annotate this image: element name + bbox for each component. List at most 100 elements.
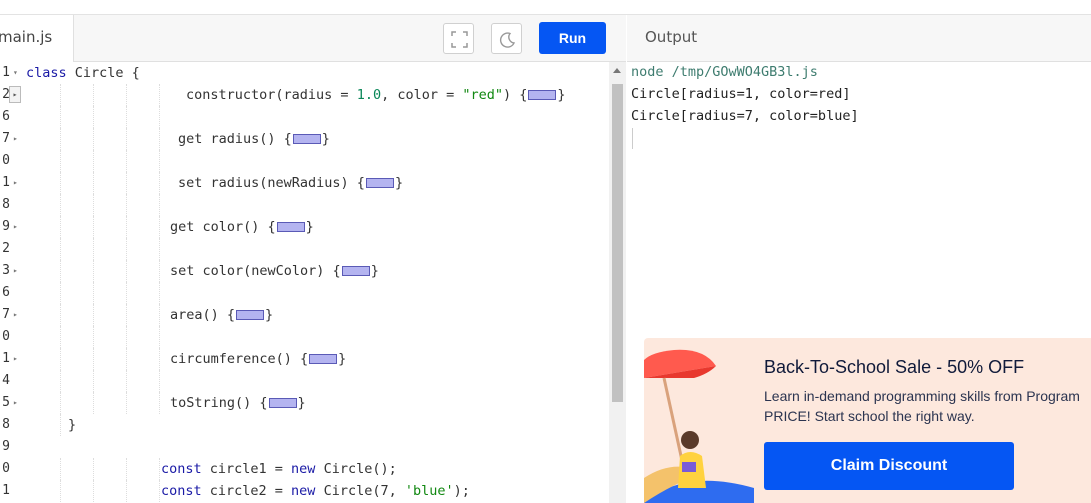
fold-collapsed-icon[interactable]: ▸ [13, 398, 18, 407]
code-text: get color() {} [170, 219, 314, 235]
indent-guide [159, 370, 160, 392]
scroll-thumb[interactable] [612, 84, 623, 402]
console-line: Circle[radius=7, color=blue] [631, 108, 859, 124]
code-token: const [161, 483, 202, 499]
scroll-up-arrow-icon[interactable] [613, 68, 621, 73]
code-line[interactable]: 0 [0, 150, 609, 172]
file-tab-main-js[interactable]: main.js [0, 15, 74, 62]
fold-collapsed-icon[interactable]: ▸ [13, 222, 18, 231]
indent-guide [126, 128, 127, 150]
folded-code-icon[interactable] [341, 266, 370, 276]
indent-guide [60, 392, 61, 414]
code-token: class [26, 65, 67, 81]
indent-guide [60, 458, 61, 480]
run-button-label: Run [558, 30, 587, 46]
indent-guide [93, 326, 94, 348]
indent-guide [126, 370, 127, 392]
code-line[interactable]: 1 ▾ class Circle { [0, 62, 609, 84]
indent-guide [159, 194, 160, 216]
fold-toggle-icon[interactable]: ▸ [9, 86, 21, 103]
indent-guide [126, 172, 127, 194]
code-line[interactable]: 8 [0, 194, 609, 216]
fold-collapsed-icon[interactable]: ▸ [13, 310, 18, 319]
line-number: 3 [2, 263, 10, 278]
theme-toggle-button[interactable] [491, 23, 522, 54]
indent-guide [126, 392, 127, 414]
code-token: circumference() { [170, 351, 309, 367]
code-line[interactable]: 7 ▸ get radius() {} [0, 128, 609, 150]
code-line[interactable]: 1 ▸ set radius(newRadius) {} [0, 172, 609, 194]
code-line[interactable]: 9 [0, 436, 609, 458]
indent-guide [126, 480, 127, 502]
code-token: } [297, 395, 306, 411]
code-line[interactable]: 1 const circle2 = new Circle(7, 'blue'); [0, 480, 609, 502]
indent-guide [126, 260, 127, 282]
promo-banner[interactable]: Back-To-School Sale - 50% OFF Learn in-d… [644, 338, 1091, 503]
code-line[interactable]: 0 [0, 326, 609, 348]
output-title: Output [645, 28, 698, 46]
code-line[interactable]: 1 ▸ circumference() {} [0, 348, 609, 370]
run-button[interactable]: Run [539, 22, 606, 54]
code-line[interactable]: 6 [0, 106, 609, 128]
code-line[interactable]: 3 ▸ set color(newColor) {} [0, 260, 609, 282]
indent-guide [93, 172, 94, 194]
fold-collapsed-icon[interactable]: ▸ [13, 266, 18, 275]
folded-code-icon[interactable] [528, 90, 557, 100]
claim-discount-button[interactable]: Claim Discount [764, 442, 1014, 490]
indent-guide [126, 106, 127, 128]
indent-guide [60, 326, 61, 348]
indent-guide [60, 150, 61, 172]
code-token: "red" [462, 87, 503, 103]
console-output: node /tmp/GOwWO4GB3l.js Circle[radius=1,… [631, 64, 859, 130]
code-token: area() { [170, 307, 236, 323]
indent-guide [93, 370, 94, 392]
code-line[interactable]: 2 ▸ constructor(radius = 1.0, color = "red… [0, 84, 609, 106]
code-token: circle1 = [201, 461, 292, 477]
indent-guide [159, 216, 160, 238]
code-line[interactable]: 6 [0, 282, 609, 304]
line-number: 0 [2, 461, 10, 476]
line-number: 0 [2, 153, 10, 168]
indent-guide [93, 84, 94, 106]
line-number: 1 [2, 175, 10, 190]
code-token: } [338, 351, 347, 367]
code-token: set color(newColor) { [170, 263, 341, 279]
code-token: } [370, 263, 379, 279]
indent-guide [159, 84, 160, 106]
fold-collapsed-icon[interactable]: ▸ [13, 178, 18, 187]
fullscreen-button[interactable] [443, 23, 474, 54]
code-area[interactable]: 1 ▾ class Circle {2 ▸ constructor(radius = 1… [0, 62, 609, 503]
code-line[interactable]: 2 [0, 238, 609, 260]
folded-code-icon[interactable] [292, 134, 321, 144]
code-token: Circle(); [315, 461, 397, 477]
indent-guide [93, 194, 94, 216]
editor-scrollbar[interactable] [609, 62, 626, 503]
code-line[interactable]: 7 ▸ area() {} [0, 304, 609, 326]
promo-description-line: PRICE! Start school the right way. [764, 408, 975, 424]
line-number: 7 [2, 307, 10, 322]
folded-code-icon[interactable] [276, 222, 305, 232]
code-token: } [394, 175, 404, 191]
indent-guide [126, 282, 127, 304]
indent-guide [159, 458, 160, 480]
code-line[interactable]: 9 ▸ get color() {} [0, 216, 609, 238]
fold-expanded-icon[interactable]: ▾ [13, 68, 18, 77]
folded-code-icon[interactable] [309, 354, 338, 364]
console-line: Circle[radius=1, color=red] [631, 86, 851, 102]
fold-collapsed-icon[interactable]: ▸ [13, 354, 18, 363]
indent-guide [126, 458, 127, 480]
code-line[interactable]: 4 [0, 370, 609, 392]
folded-code-icon[interactable] [268, 398, 297, 408]
indent-guide [60, 106, 61, 128]
code-line[interactable]: 0 const circle1 = new Circle(); [0, 458, 609, 480]
code-line[interactable]: 5 ▸ toString() {} [0, 392, 609, 414]
code-line[interactable]: 8} [0, 414, 609, 436]
folded-code-icon[interactable] [236, 310, 265, 320]
claim-discount-label: Claim Discount [830, 457, 948, 474]
folded-code-icon[interactable] [365, 178, 394, 188]
indent-guide [93, 480, 94, 502]
fold-collapsed-icon[interactable]: ▸ [13, 134, 18, 143]
indent-guide [60, 260, 61, 282]
indent-guide [159, 260, 160, 282]
promo-title: Back-To-School Sale - 50% OFF [764, 357, 1025, 377]
